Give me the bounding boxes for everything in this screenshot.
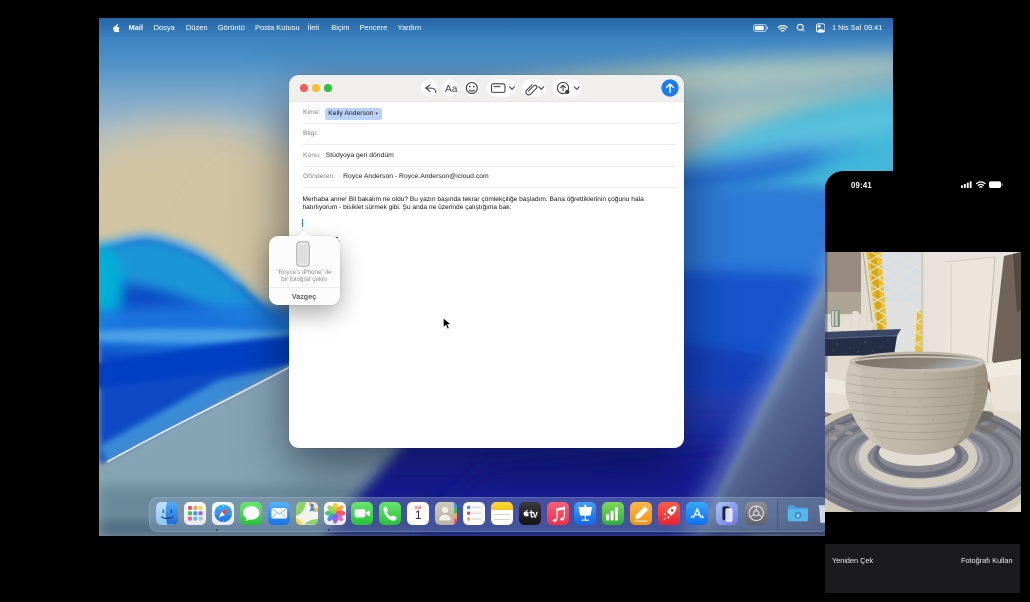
svg-text:Aa: Aa — [445, 84, 458, 95]
